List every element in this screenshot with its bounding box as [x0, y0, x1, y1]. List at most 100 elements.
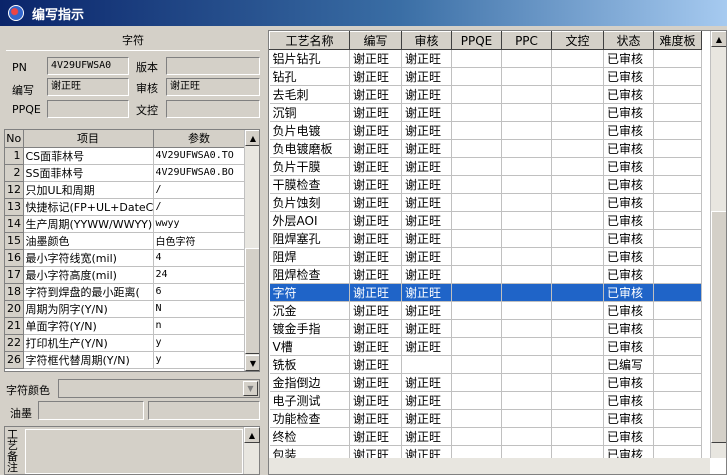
ppc-cell[interactable]	[501, 175, 552, 194]
doc-control-cell[interactable]	[551, 337, 604, 356]
ppc-cell[interactable]	[501, 265, 552, 284]
col-header-status[interactable]: 状态	[603, 31, 654, 50]
status-cell[interactable]: 已审核	[603, 265, 654, 284]
ppqe-cell[interactable]	[451, 247, 502, 266]
reviewer-cell[interactable]: 谢正旺	[401, 229, 452, 248]
status-cell[interactable]: 已审核	[603, 391, 654, 410]
difficulty-cell[interactable]	[653, 409, 702, 428]
difficulty-cell[interactable]	[653, 211, 702, 230]
doc-control-cell[interactable]	[551, 319, 604, 338]
table-row[interactable]: 18 字符到焊盘的最小距离(6	[5, 283, 246, 301]
status-cell[interactable]: 已审核	[603, 49, 654, 68]
ink-field-1[interactable]	[38, 401, 144, 420]
ppqe-cell[interactable]	[451, 391, 502, 410]
scroll-thumb[interactable]	[711, 211, 726, 443]
table-row[interactable]: 1 CS面菲林号 4V29UFWSA0.TO	[5, 147, 246, 165]
reviewer-cell[interactable]: 谢正旺	[401, 139, 452, 158]
writer-cell[interactable]: 谢正旺	[349, 301, 402, 320]
writer-cell[interactable]: 谢正旺	[349, 373, 402, 392]
process-name-cell[interactable]: 阻焊检查	[269, 265, 350, 284]
param-cell[interactable]: y	[153, 334, 246, 352]
reviewer-field[interactable]: 谢正旺	[166, 78, 260, 96]
ppqe-cell[interactable]	[451, 301, 502, 320]
ppc-cell[interactable]	[501, 301, 552, 320]
table-row[interactable]: 沉金 谢正旺 谢正旺 已审核	[269, 301, 702, 320]
process-name-cell[interactable]: V槽	[269, 337, 350, 356]
process-name-cell[interactable]: 功能检查	[269, 409, 350, 428]
writer-cell[interactable]: 谢正旺	[349, 211, 402, 230]
table-row[interactable]: 14 生产周期(YYWW/WWYY) wwyy	[5, 215, 246, 233]
chevron-down-icon[interactable]: ▼	[243, 381, 258, 396]
ink-field-2[interactable]	[148, 401, 260, 420]
writer-cell[interactable]: 谢正旺	[349, 265, 402, 284]
table-row[interactable]: 终检 谢正旺 谢正旺 已审核	[269, 427, 702, 446]
status-cell[interactable]: 已审核	[603, 301, 654, 320]
process-grid[interactable]: 工艺名称 编写 审核 PPQE PPC 文控 状态 难度板 铝片钻孔 谢正旺 谢正旺…	[268, 30, 727, 475]
col-header-ppqe[interactable]: PPQE	[451, 31, 502, 50]
difficulty-cell[interactable]	[653, 247, 702, 266]
item-cell[interactable]: SS面菲林号	[23, 164, 154, 182]
status-cell[interactable]: 已审核	[603, 283, 654, 302]
parameter-grid-scrollbar[interactable]: ▲ ▼	[244, 130, 259, 371]
ppc-cell[interactable]	[501, 49, 552, 68]
difficulty-cell[interactable]	[653, 103, 702, 122]
ppc-cell[interactable]	[501, 319, 552, 338]
table-row[interactable]: 钻孔 谢正旺 谢正旺 已审核	[269, 67, 702, 86]
status-cell[interactable]: 已审核	[603, 103, 654, 122]
process-notes[interactable]: 工艺备注 ▲	[4, 426, 260, 475]
process-notes-input[interactable]	[25, 429, 243, 474]
ppqe-cell[interactable]	[451, 229, 502, 248]
item-cell[interactable]: 字符框代替周期(Y/N)	[23, 351, 154, 369]
reviewer-cell[interactable]: 谢正旺	[401, 121, 452, 140]
ppc-cell[interactable]	[501, 247, 552, 266]
item-cell[interactable]: 单面字符(Y/N)	[23, 317, 154, 335]
ppc-cell[interactable]	[501, 373, 552, 392]
status-cell[interactable]: 已审核	[603, 211, 654, 230]
status-cell[interactable]: 已审核	[603, 229, 654, 248]
writer-cell[interactable]: 谢正旺	[349, 229, 402, 248]
difficulty-cell[interactable]	[653, 427, 702, 446]
process-name-cell[interactable]: 沉铜	[269, 103, 350, 122]
ppqe-cell[interactable]	[451, 175, 502, 194]
status-cell[interactable]: 已审核	[603, 427, 654, 446]
difficulty-cell[interactable]	[653, 337, 702, 356]
ppqe-cell[interactable]	[451, 67, 502, 86]
doc-control-cell[interactable]	[551, 301, 604, 320]
difficulty-cell[interactable]	[653, 319, 702, 338]
param-cell[interactable]: 白色字符	[153, 232, 246, 250]
item-cell[interactable]: 字符到焊盘的最小距离(	[23, 283, 154, 301]
parameter-grid[interactable]: No 项目 参数 1 CS面菲林号 4V29UFWSA0.TO 2 SS面菲林号 4V2…	[4, 129, 260, 372]
col-header-param[interactable]: 参数	[153, 130, 246, 148]
table-row[interactable]: 镀金手指 谢正旺 谢正旺 已审核	[269, 319, 702, 338]
writer-cell[interactable]: 谢正旺	[349, 103, 402, 122]
ppc-cell[interactable]	[501, 427, 552, 446]
difficulty-cell[interactable]	[653, 157, 702, 176]
status-cell[interactable]: 已审核	[603, 139, 654, 158]
process-name-cell[interactable]: 阻焊	[269, 247, 350, 266]
difficulty-cell[interactable]	[653, 175, 702, 194]
ppc-cell[interactable]	[501, 391, 552, 410]
param-cell[interactable]: 24	[153, 266, 246, 284]
reviewer-cell[interactable]: 谢正旺	[401, 391, 452, 410]
table-row[interactable]: 22 打印机生产(Y/N) y	[5, 334, 246, 352]
process-name-cell[interactable]: 钻孔	[269, 67, 350, 86]
param-cell[interactable]: 4V29UFWSA0.TO	[153, 147, 246, 165]
pn-field[interactable]: 4V29UFWSA0	[47, 57, 129, 75]
process-name-cell[interactable]: 外层AOI	[269, 211, 350, 230]
reviewer-cell[interactable]: 谢正旺	[401, 265, 452, 284]
ppqe-cell[interactable]	[451, 139, 502, 158]
table-row[interactable]: 阻焊检查 谢正旺 谢正旺 已审核	[269, 265, 702, 284]
col-header-ppc[interactable]: PPC	[501, 31, 552, 50]
ppc-cell[interactable]	[501, 157, 552, 176]
col-header-reviewer[interactable]: 审核	[401, 31, 452, 50]
status-cell[interactable]: 已审核	[603, 337, 654, 356]
writer-cell[interactable]: 谢正旺	[349, 355, 402, 374]
ppqe-cell[interactable]	[451, 373, 502, 392]
ppqe-cell[interactable]	[451, 283, 502, 302]
writer-cell[interactable]: 谢正旺	[349, 319, 402, 338]
reviewer-cell[interactable]: 谢正旺	[401, 49, 452, 68]
writer-cell[interactable]: 谢正旺	[349, 427, 402, 446]
writer-cell[interactable]: 谢正旺	[349, 391, 402, 410]
process-name-cell[interactable]: 负片电镀	[269, 121, 350, 140]
ppc-cell[interactable]	[501, 121, 552, 140]
